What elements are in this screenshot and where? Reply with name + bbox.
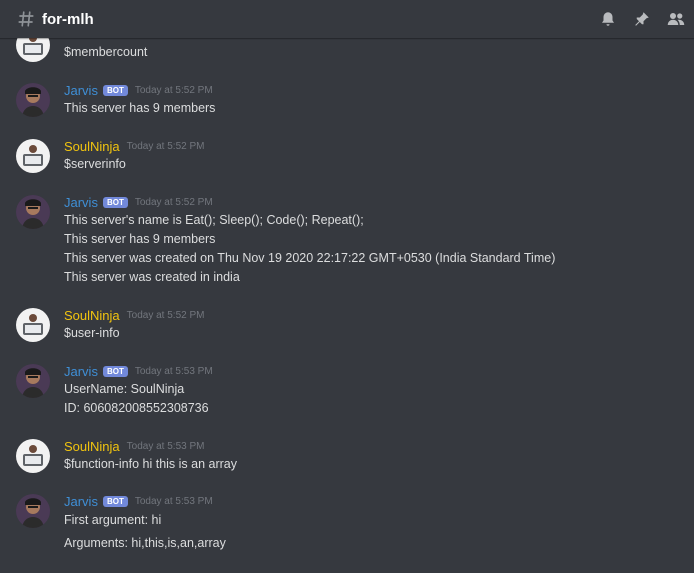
timestamp: Today at 5:53 PM [126, 440, 205, 452]
avatar[interactable] [16, 494, 50, 528]
avatar[interactable] [16, 139, 50, 173]
username-soulninja[interactable]: SoulNinja [64, 439, 120, 454]
bell-icon[interactable] [598, 9, 618, 29]
message-line: ID: 606082008552308736 [64, 401, 209, 415]
message-line: This server has 9 members [64, 232, 216, 246]
message-line: This server's name is Eat(); Sleep(); Co… [64, 213, 364, 227]
timestamp: Today at 5:53 PM [134, 495, 213, 507]
message-line: This server has 9 members [64, 101, 216, 115]
message-line: First argument: hi [64, 513, 162, 527]
message-line: This server was created in india [64, 270, 240, 284]
message-list[interactable]: $membercount Jarvis BOT Today at 5:52 PM… [0, 38, 694, 573]
members-icon[interactable] [666, 9, 686, 29]
username-soulninja[interactable]: SoulNinja [64, 139, 120, 154]
channel-name: for-mlh [42, 10, 94, 28]
message-header: Jarvis BOT Today at 5:53 PM [64, 363, 213, 379]
message-line: $user-info [64, 326, 120, 340]
message-header: SoulNinja Today at 5:53 PM [64, 438, 204, 454]
message-line: $membercount [64, 45, 148, 59]
avatar[interactable] [16, 364, 50, 398]
header-toolbar [598, 9, 686, 29]
timestamp: Today at 5:52 PM [134, 84, 213, 96]
avatar[interactable] [16, 83, 50, 117]
avatar[interactable] [16, 195, 50, 229]
message-line: Arguments: hi,this,is,an,array [64, 536, 226, 550]
timestamp: Today at 5:52 PM [126, 309, 205, 321]
message-line: UserName: SoulNinja [64, 382, 185, 396]
pin-icon[interactable] [632, 9, 652, 29]
channel-header: for-mlh [0, 0, 694, 38]
timestamp: Today at 5:52 PM [126, 140, 205, 152]
message-header: Jarvis BOT Today at 5:53 PM [64, 493, 213, 509]
bot-tag: BOT [102, 84, 128, 96]
bot-tag: BOT [102, 196, 128, 208]
message-header: Jarvis BOT Today at 5:52 PM [64, 82, 213, 98]
avatar[interactable] [16, 38, 50, 62]
username-jarvis[interactable]: Jarvis [64, 195, 98, 210]
avatar[interactable] [16, 439, 50, 473]
username-soulninja[interactable]: SoulNinja [64, 308, 120, 323]
timestamp: Today at 5:52 PM [134, 196, 213, 208]
avatar[interactable] [16, 308, 50, 342]
bot-tag: BOT [102, 495, 128, 507]
message-line: $serverinfo [64, 157, 126, 171]
message-header: SoulNinja Today at 5:52 PM [64, 138, 204, 154]
scrollbar[interactable] [690, 38, 694, 573]
username-jarvis[interactable]: Jarvis [64, 494, 98, 509]
username-jarvis[interactable]: Jarvis [64, 364, 98, 379]
message-header: SoulNinja Today at 5:52 PM [64, 307, 204, 323]
bot-tag: BOT [102, 365, 128, 377]
message-line: This server was created on Thu Nov 19 20… [64, 251, 556, 265]
timestamp: Today at 5:53 PM [134, 365, 213, 377]
hash-icon [16, 9, 36, 29]
message-header: Jarvis BOT Today at 5:52 PM [64, 194, 213, 210]
message-line: $function-info hi this is an array [64, 457, 238, 471]
username-jarvis[interactable]: Jarvis [64, 83, 98, 98]
